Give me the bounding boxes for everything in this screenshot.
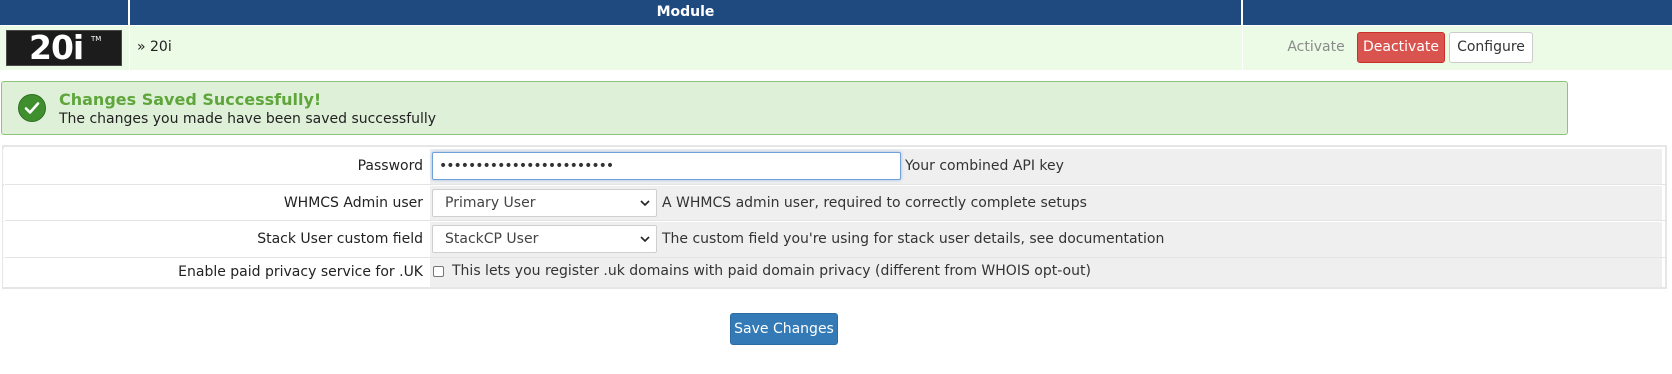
uk-privacy-label: Enable paid privacy service for .UK: [3, 258, 427, 287]
stack-user-field-help: The custom field you're using for stack …: [662, 231, 1165, 247]
success-alert: Changes Saved Successfully! The changes …: [1, 81, 1568, 135]
module-logo: 20i TM: [6, 28, 122, 67]
password-help: Your combined API key: [905, 158, 1064, 174]
activate-button[interactable]: Activate: [1280, 32, 1352, 63]
header-cell-actions: [1243, 0, 1672, 25]
password-input[interactable]: ••••••••••••••••••••••••: [432, 152, 901, 180]
chevron-down-icon: [640, 236, 650, 243]
logo-trademark: TM: [91, 35, 102, 43]
password-label: Password: [3, 149, 427, 184]
configure-button[interactable]: Configure: [1449, 32, 1533, 63]
row-divider: [5, 220, 1666, 221]
alert-title: Changes Saved Successfully!: [59, 90, 322, 109]
save-changes-button[interactable]: Save Changes: [730, 313, 838, 345]
header-cell-logo: [0, 0, 128, 25]
alert-message: The changes you made have been saved suc…: [59, 111, 437, 127]
stack-user-field-selected: StackCP User: [445, 231, 539, 247]
row-divider: [5, 184, 1666, 185]
admin-user-help: A WHMCS admin user, required to correctl…: [662, 195, 1087, 211]
admin-user-selected: Primary User: [445, 195, 536, 211]
admin-user-select[interactable]: Primary User: [432, 189, 657, 217]
module-table-header: Module: [0, 0, 1672, 25]
module-row: 20i TM » 20i Activate Deactivate Configu…: [0, 26, 1672, 70]
chevron-down-icon: [640, 200, 650, 207]
stack-user-field-label: Stack User custom field: [3, 222, 427, 257]
column-divider: [129, 26, 130, 70]
logo-text: 20i: [29, 28, 84, 67]
uk-privacy-help: This lets you register .uk domains with …: [452, 263, 1091, 279]
stack-user-field-select[interactable]: StackCP User: [432, 225, 657, 253]
admin-user-label: WHMCS Admin user: [3, 186, 427, 221]
deactivate-button[interactable]: Deactivate: [1357, 32, 1445, 63]
check-circle-icon: [18, 94, 46, 122]
column-divider: [1242, 26, 1243, 70]
uk-privacy-checkbox[interactable]: [433, 266, 444, 277]
module-name: » 20i: [137, 39, 172, 55]
header-title: Module: [130, 0, 1241, 25]
